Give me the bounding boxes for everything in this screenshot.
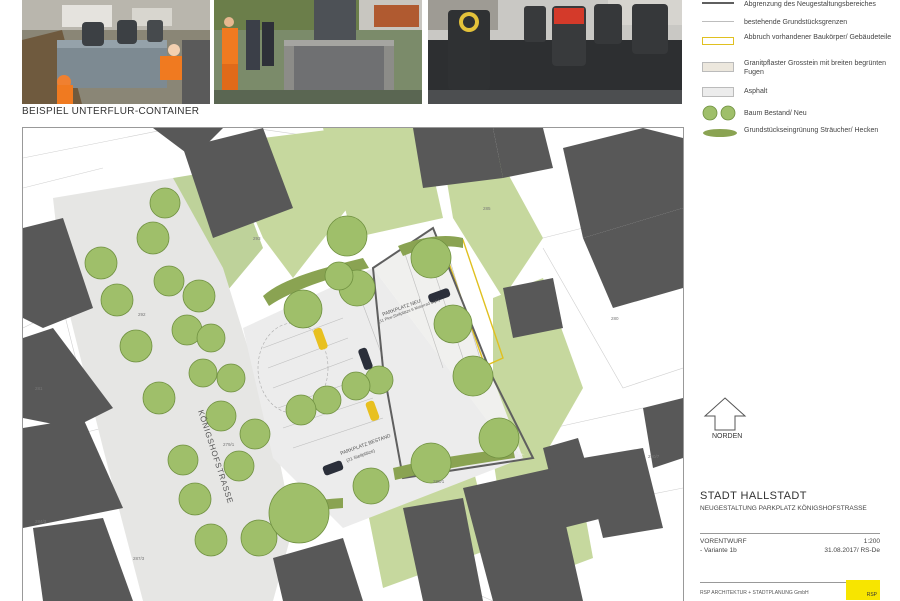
lot-number: 292 <box>138 312 146 317</box>
legend-item-hedge: Grundstückseingrünung Sträucher/ Hecken <box>700 124 895 148</box>
photo-container-street <box>428 0 682 104</box>
legend-label: Asphalt <box>744 88 768 95</box>
stage-label: VORENTWURF <box>700 538 747 545</box>
firm-logo: RSP <box>846 580 880 600</box>
legend-thin-line-icon <box>702 21 734 22</box>
date-label: 31.08.2017/ RS-De <box>824 547 880 554</box>
lot-number: 290/7 <box>648 454 660 459</box>
legend-label: Abbruch vorhandener Baukörper/ Gebäudete… <box>744 34 892 41</box>
lot-number: 285 <box>483 206 491 211</box>
lot-number: 280 <box>611 316 619 321</box>
firm-name: RSP ARCHITEKTUR + STADTPLANUNG GmbH <box>700 590 809 596</box>
legend-hedge-icon <box>702 125 737 137</box>
lot-number: 281 <box>35 386 43 391</box>
meta-row-stage: VORENTWURF 1:200 <box>700 538 880 545</box>
lot-number: 288/1 <box>433 479 445 484</box>
legend-item-granite: Granitpflaster Grosstein mit breiten beg… <box>700 59 895 83</box>
meta-row-variant: - Variante 1b 31.08.2017/ RS-De <box>700 547 880 554</box>
photo-container-installation <box>22 0 210 104</box>
project-title: STADT HALLSTADT <box>700 490 807 502</box>
legend-label: Grundstückseingrünung Sträucher/ Hecken <box>744 127 879 134</box>
legend-grey-box-icon <box>702 87 734 97</box>
legend-item-demolition: Abbruch vorhandener Baukörper/ Gebäudete… <box>700 33 895 57</box>
legend-label: Granitpflaster Grosstein mit breiten beg… <box>744 60 887 76</box>
legend-dark-line-icon <box>702 2 734 4</box>
photo-container-inspection <box>214 0 422 104</box>
lot-number: 284/3 <box>35 519 47 524</box>
legend-beige-box-icon <box>702 62 734 72</box>
photo-caption: BEISPIEL UNTERFLUR-CONTAINER <box>22 106 200 117</box>
title-block: STADT HALLSTADT NEUGESTALTUNG PARKPLATZ … <box>700 490 890 512</box>
legend-label: Baum Bestand/ Neu <box>744 110 807 117</box>
site-plan-drawing: KÖNIGSHOFSTRASSE PARKPLATZ BESTAND (21 S… <box>23 128 683 601</box>
north-label: NORDEN <box>712 433 743 440</box>
logo-text: RSP <box>866 592 877 598</box>
lot-number: 293 <box>253 236 261 241</box>
lot-number: 279/1 <box>223 442 235 447</box>
legend-label: bestehende Grundstücksgrenzen <box>744 19 848 26</box>
title-divider <box>700 533 880 534</box>
legend-tree-icon <box>702 104 736 122</box>
legend-label: Abgrenzung des Neugestaltungsbereiches <box>744 1 876 8</box>
site-plan: KÖNIGSHOFSTRASSE PARKPLATZ BESTAND (21 S… <box>22 127 684 601</box>
variant-label: - Variante 1b <box>700 547 737 554</box>
legend-yellow-outline-icon <box>702 37 734 45</box>
project-subtitle: NEUGESTALTUNG PARKPLATZ KÖNIGSHOFSTRASSE <box>700 505 867 512</box>
lot-number: 287/3 <box>133 556 145 561</box>
scale-label: 1:200 <box>863 538 880 545</box>
